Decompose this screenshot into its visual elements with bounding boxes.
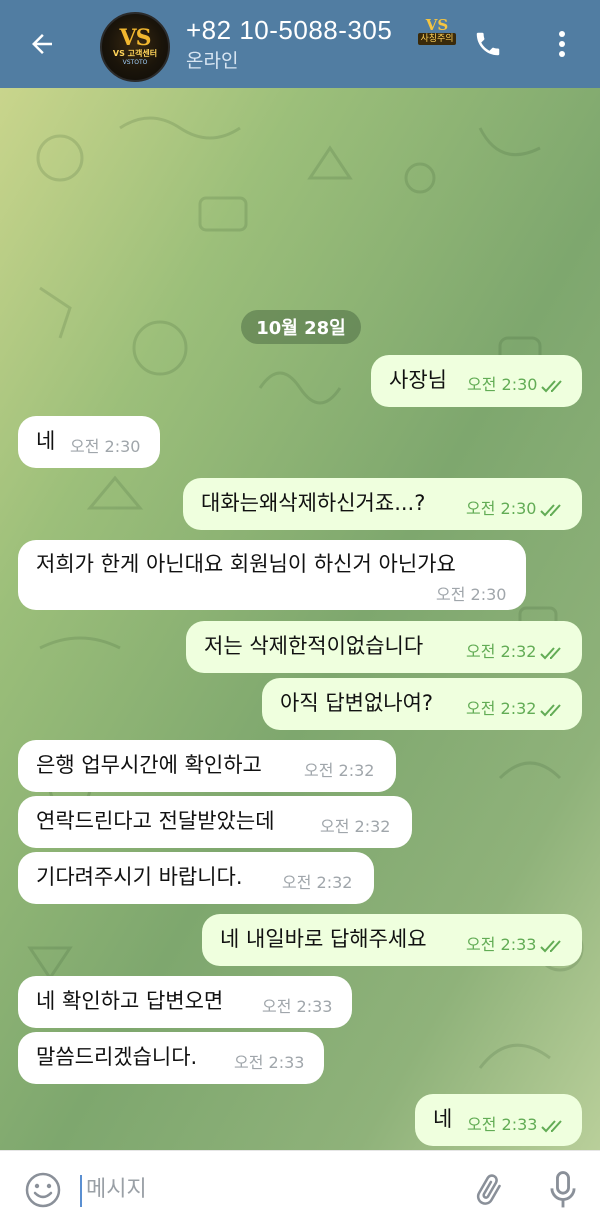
avatar-subtitle: VS 고객센터 [112, 49, 158, 58]
emoji-button[interactable] [24, 1171, 62, 1209]
message-time: 오전 2:32 [466, 642, 537, 661]
message-time: 오전 2:32 [282, 873, 353, 892]
message-bubble-incoming[interactable]: 은행 업무시간에 확인하고 오전 2:32 [18, 740, 396, 792]
message-input-bar [0, 1150, 600, 1227]
double-check-icon [540, 646, 562, 659]
message-input[interactable] [86, 1169, 446, 1209]
message-time: 오전 2:32 [320, 817, 391, 836]
message-text: 네 [36, 429, 56, 453]
more-vertical-icon [559, 31, 565, 57]
emoji-icon [25, 1172, 61, 1208]
message-bubble-outgoing[interactable]: 네 오전 2:33 [415, 1094, 582, 1146]
message-bubble-incoming[interactable]: 말씀드리겠습니다. 오전 2:33 [18, 1032, 324, 1084]
message-text: 네 확인하고 답변오면 [36, 989, 224, 1013]
message-time: 오전 2:33 [262, 997, 333, 1016]
message-bubble-incoming[interactable]: 저희가 한게 아닌대요 회원님이 하신거 아닌가요 오전 2:30 [18, 540, 526, 610]
message-bubble-outgoing[interactable]: 네 내일바로 답해주세요 오전 2:33 [202, 914, 582, 966]
chat-area[interactable]: 10월 28일 사장님 오전 2:30 네 오전 2:30 대화는왜삭제하신거죠… [0, 88, 600, 1150]
microphone-icon [550, 1171, 576, 1208]
message-text: 사장님 [389, 368, 447, 392]
back-button[interactable] [22, 24, 62, 64]
avatar-tagline: VSTOTO [122, 59, 148, 66]
badge-logo-text: VS [425, 16, 449, 34]
online-status: 온라인 [186, 50, 239, 72]
message-bubble-incoming[interactable]: 기다려주시기 바랍니다. 오전 2:32 [18, 852, 374, 904]
message-meta: 오전 2:30 [467, 375, 567, 395]
message-meta: 오전 2:30 [466, 499, 566, 519]
message-bubble-outgoing[interactable]: 사장님 오전 2:30 [371, 355, 582, 407]
message-text: 아직 답변없나여? [280, 691, 434, 715]
double-check-icon [540, 703, 562, 716]
date-separator: 10월 28일 [241, 310, 361, 344]
paperclip-icon [476, 1174, 501, 1205]
microphone-button[interactable] [544, 1169, 582, 1211]
message-bubble-incoming[interactable]: 네 오전 2:30 [18, 416, 160, 468]
double-check-icon [541, 1119, 563, 1132]
message-time: 오전 2:30 [70, 437, 141, 456]
message-text: 저는 삭제한적이없습니다 [204, 634, 424, 658]
chat-header: VS VS 고객센터 VSTOTO +82 10-5088-305 온라인 VS… [0, 0, 600, 88]
message-text: 은행 업무시간에 확인하고 [36, 753, 262, 777]
double-check-icon [541, 379, 563, 392]
message-meta: 오전 2:32 [466, 642, 566, 662]
badge-label: 사칭주의 [418, 33, 456, 45]
message-bubble-outgoing[interactable]: 저는 삭제한적이없습니다 오전 2:32 [186, 621, 582, 673]
avatar[interactable]: VS VS 고객센터 VSTOTO [100, 12, 170, 82]
attach-button[interactable] [470, 1171, 508, 1209]
message-text: 연락드린다고 전달받았는데 [36, 809, 275, 833]
message-text: 네 내일바로 답해주세요 [220, 927, 427, 951]
message-bubble-outgoing[interactable]: 아직 답변없나여? 오전 2:32 [262, 678, 582, 730]
message-text: 네 [433, 1107, 453, 1131]
more-menu-button[interactable] [544, 24, 580, 64]
message-text: 대화는왜삭제하신거죠...? [201, 491, 426, 515]
arrow-left-icon [32, 34, 52, 54]
message-meta: 오전 2:32 [466, 699, 566, 719]
message-text: 말씀드리겠습니다. [36, 1045, 198, 1069]
message-text: 저희가 한게 아닌대요 회원님이 하신거 아닌가요 [36, 552, 456, 576]
message-time: 오전 2:30 [467, 375, 538, 394]
message-time: 오전 2:32 [304, 761, 375, 780]
call-button[interactable] [468, 24, 508, 64]
message-meta: 오전 2:33 [466, 935, 566, 955]
message-bubble-incoming[interactable]: 네 확인하고 답변오면 오전 2:33 [18, 976, 352, 1028]
message-time: 오전 2:33 [467, 1115, 538, 1134]
message-meta: 오전 2:33 [467, 1115, 567, 1135]
vs-warning-badge: VS 사칭주의 [415, 14, 459, 48]
phone-icon [476, 32, 500, 56]
message-bubble-incoming[interactable]: 연락드린다고 전달받았는데 오전 2:32 [18, 796, 412, 848]
message-time: 오전 2:32 [466, 699, 537, 718]
message-bubble-outgoing[interactable]: 대화는왜삭제하신거죠...? 오전 2:30 [183, 478, 582, 530]
message-time: 오전 2:33 [466, 935, 537, 954]
avatar-logo-text: VS [119, 25, 152, 51]
double-check-icon [540, 503, 562, 516]
message-text: 기다려주시기 바랍니다. [36, 865, 243, 889]
message-time: 오전 2:30 [436, 585, 507, 604]
double-check-icon [540, 939, 562, 952]
text-cursor [80, 1175, 82, 1207]
message-time: 오전 2:33 [234, 1053, 305, 1072]
message-time: 오전 2:30 [466, 499, 537, 518]
